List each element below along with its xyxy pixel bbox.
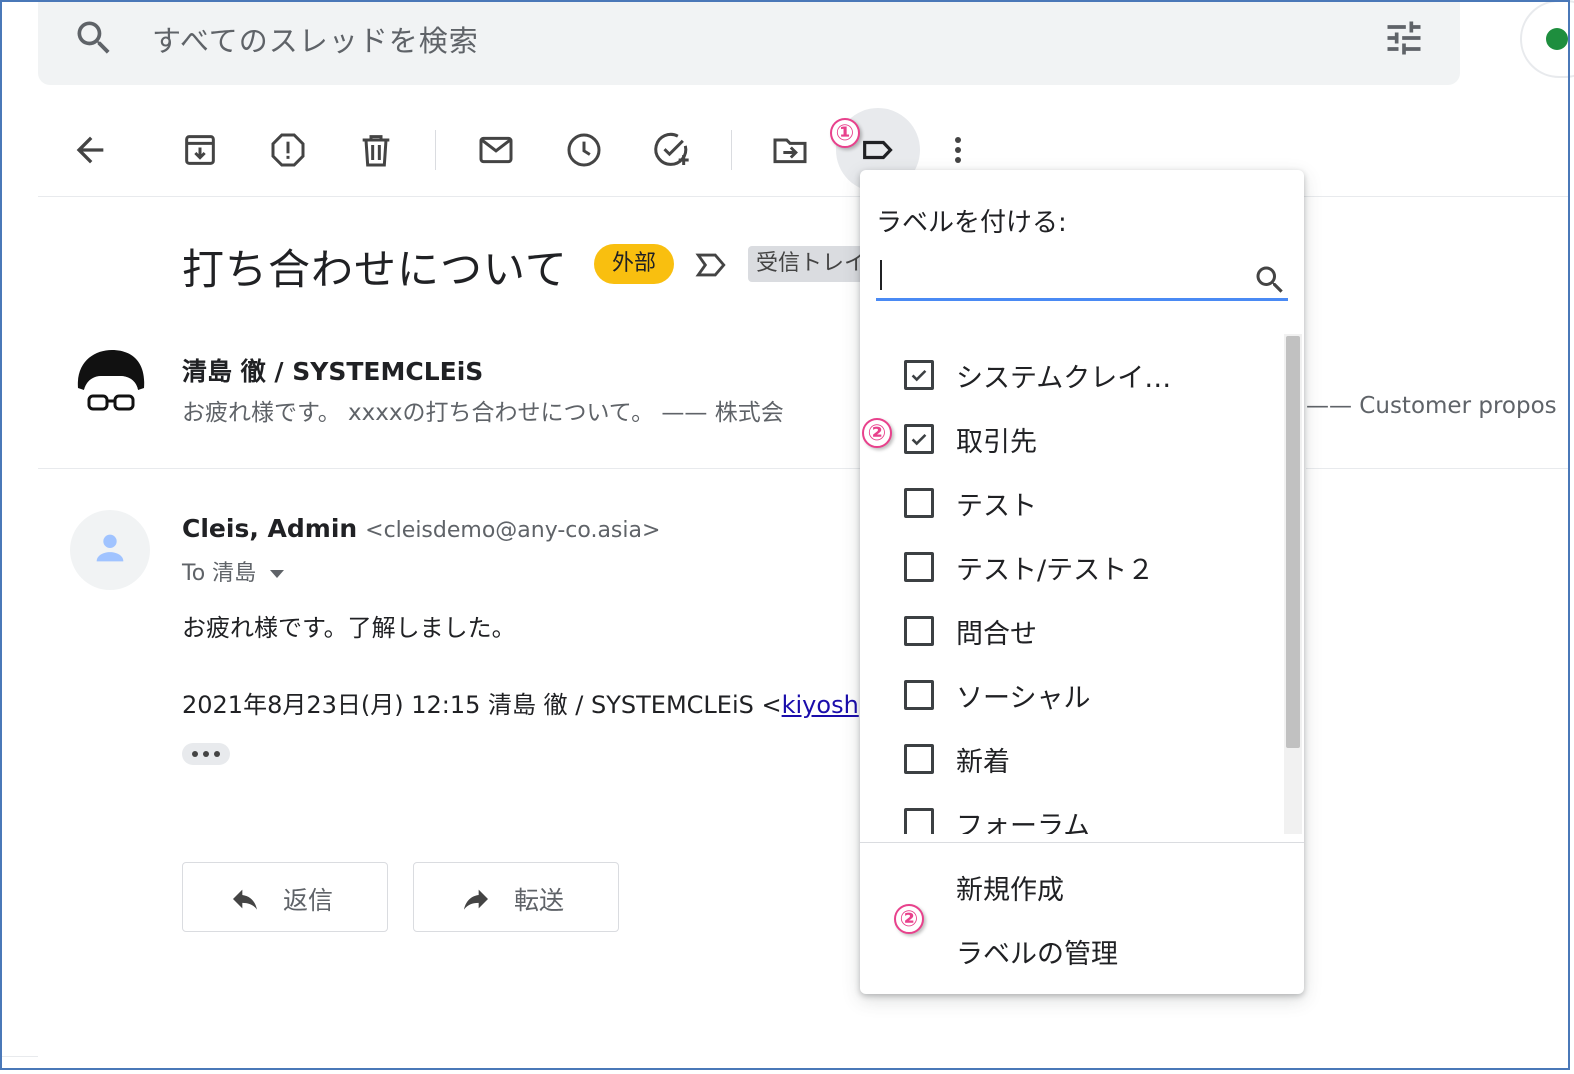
label-name: ソーシャル [956,683,1091,714]
forward-icon [464,889,488,910]
label-menu-title: ラベルを付ける: [876,208,1067,238]
add-to-tasks-button[interactable] [652,130,692,170]
label-list-scrollbar[interactable] [1286,336,1300,748]
message-body: お疲れ様です。了解しました。 [182,614,516,642]
recipient-details[interactable]: To 清島 [182,555,285,587]
report-icon [271,133,305,167]
text-cursor [880,260,882,290]
label-item[interactable]: テスト/テスト２ [904,544,1274,594]
label-checkbox[interactable] [904,552,934,582]
label-checkbox[interactable] [904,488,934,518]
label-item[interactable]: システムクレイ… [904,352,1274,402]
quoted-email-link[interactable]: kiyosh [782,691,859,719]
label-item[interactable]: フォーラム [904,800,1274,834]
archive-button[interactable] [180,130,220,170]
trash-icon [362,135,390,167]
manage-labels-button[interactable]: ラベルの管理 [956,932,1118,971]
label-item[interactable]: テスト [904,480,1274,530]
quoted-header: 2021年8月23日(月) 12:15 清島 徹 / SYSTEMCLEiS <… [182,685,859,720]
label-icon [863,140,893,160]
snooze-button[interactable] [564,130,604,170]
person-icon [96,534,124,562]
inbox-label-chip[interactable]: 受信トレイ [748,246,868,282]
label-name: テスト/テスト２ [956,555,1155,586]
message-sender: 清島 徹 / SYSTEMCLEiS [182,357,484,386]
message-snippet-continued[interactable]: —— Customer propos [1306,393,1557,419]
label-checkbox[interactable] [904,680,934,710]
quoted-header-text: 2021年8月23日(月) 12:15 清島 徹 / SYSTEMCLEiS < [182,691,782,719]
divider [38,468,860,469]
clock-icon [567,133,601,167]
divider [1306,468,1568,469]
show-trimmed-content-button[interactable] [182,743,230,765]
divider [0,1056,38,1057]
label-name: 取引先 [956,427,1037,458]
label-checkbox[interactable] [904,808,934,834]
archive-icon [185,135,215,165]
label-name: システムクレイ… [956,363,1172,394]
sender-name: Cleis, Admin [182,514,358,543]
label-item[interactable]: ソーシャル [904,672,1274,722]
important-marker-icon[interactable] [694,248,728,282]
toolbar-divider [731,130,732,170]
label-checkbox[interactable] [904,744,934,774]
dot [203,751,209,757]
message-snippet[interactable]: お疲れ様です。 xxxxの打ち合わせについて。 —— 株式会 [182,393,784,427]
label-name: フォーラム [956,811,1091,834]
annotation-marker: ① [830,118,860,148]
search-options-icon[interactable] [1382,16,1426,60]
search-icon[interactable] [1252,262,1288,298]
move-to-button[interactable] [770,130,810,170]
checkmark-icon [911,369,927,382]
search-input[interactable]: すべてのスレッドを検索 [152,18,479,60]
menu-divider [860,842,1304,843]
label-checkbox[interactable] [904,360,934,390]
label-item[interactable]: 取引先 [904,416,1274,466]
label-search-input[interactable] [876,254,1288,301]
reply-icon [233,889,257,910]
recipient-label: To 清島 [182,561,257,586]
sender-avatar[interactable] [72,346,150,424]
reply-button[interactable]: 返信 [182,862,388,932]
report-spam-button[interactable] [268,130,308,170]
reply-label: 返信 [283,886,334,915]
delete-button[interactable] [356,130,396,170]
mail-icon [479,136,513,164]
forward-button[interactable]: 転送 [413,862,619,932]
annotation-marker: ② [862,418,892,448]
arrow-back-icon [76,136,104,164]
label-name: 問合せ [956,619,1037,650]
external-badge: 外部 [594,244,674,284]
create-new-label-button[interactable]: 新規作成 [956,868,1064,907]
more-vert-icon [955,137,961,163]
status-dot [1546,28,1568,50]
add-task-icon [654,132,689,166]
sender-email: <cleisdemo@any-co.asia> [365,518,661,543]
divider [38,196,1568,197]
search-icon[interactable] [72,16,116,60]
chevron-down-icon[interactable] [270,570,285,578]
email-subject: 打ち合わせについて [182,245,568,294]
mark-unread-button[interactable] [476,130,516,170]
annotation-marker: ② [894,904,924,934]
back-button[interactable] [70,130,110,170]
toolbar-divider [435,130,436,170]
dot [192,751,198,757]
move-to-folder-icon [773,138,807,164]
label-checkbox[interactable] [904,616,934,646]
checkmark-icon [911,433,927,446]
label-checkbox[interactable] [904,424,934,454]
labels-button-icon-wrap[interactable] [858,130,898,170]
label-item[interactable]: 新着 [904,736,1274,786]
message-sender: Cleis, Admin <cleisdemo@any-co.asia> [182,514,660,543]
label-item[interactable]: 問合せ [904,608,1274,658]
label-name: テスト [956,491,1037,522]
account-avatar[interactable] [1520,0,1574,78]
dot [214,751,220,757]
more-options-button[interactable] [938,130,978,170]
label-menu: ラベルを付ける: システムクレイ… 取引先 テスト テスト/テスト２ 問合せ ソ… [860,170,1304,994]
forward-label: 転送 [514,886,565,915]
label-name: 新着 [956,747,1010,778]
sender-avatar-placeholder[interactable] [70,510,150,590]
